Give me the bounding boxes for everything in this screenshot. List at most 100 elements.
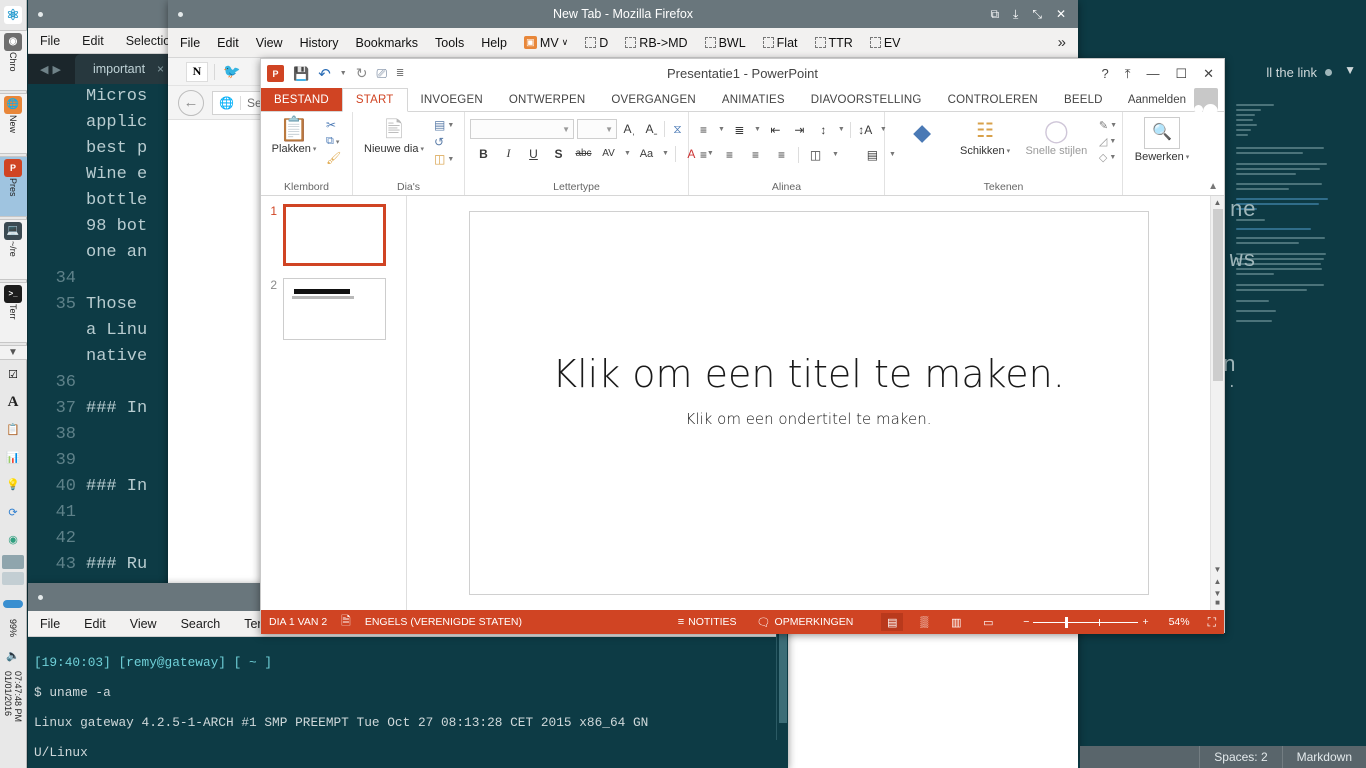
sign-in-link[interactable]: Aanmelden xyxy=(1128,94,1186,106)
maximize-button[interactable]: ⤡ xyxy=(1032,7,1042,22)
firefox-menu-file[interactable]: File xyxy=(180,36,200,50)
copy-button[interactable]: ⧉ ▾ xyxy=(326,135,341,148)
close-icon[interactable]: × xyxy=(157,62,164,76)
bold-button[interactable]: B xyxy=(474,144,493,163)
firefox-menu-history[interactable]: History xyxy=(300,36,339,50)
tab-ontwerpen[interactable]: ONTWERPEN xyxy=(496,88,599,111)
zoom-level[interactable]: 54% xyxy=(1163,616,1190,628)
terminal-output[interactable]: [19:40:03] [remy@gateway] [ ~ ] $ uname … xyxy=(28,637,788,768)
tab-bestand[interactable]: BESTAND xyxy=(261,88,342,111)
slide-thumbnail-1[interactable]: 1 xyxy=(267,204,400,266)
slide-subtitle-placeholder[interactable]: Klik om een ondertitel te maken. xyxy=(686,410,932,428)
status-spaces[interactable]: Spaces: 2 xyxy=(1199,746,1281,768)
terminal-menu-edit[interactable]: Edit xyxy=(84,617,106,631)
ribbon-display-options-button[interactable]: ⤒ xyxy=(1125,66,1131,82)
firefox-menu-edit[interactable]: Edit xyxy=(217,36,239,50)
paste-button[interactable]: 📋 Plakken ▾ xyxy=(266,117,322,156)
workspace-1-icon[interactable] xyxy=(2,555,24,569)
font-manager-icon[interactable]: A xyxy=(1,390,26,415)
terminal-menu-view[interactable]: View xyxy=(130,617,157,631)
volume-icon[interactable]: 🔈 xyxy=(1,643,26,668)
shape-fill-button[interactable]: ◇ ▼ xyxy=(1099,151,1117,164)
tab-invoegen[interactable]: INVOEGEN xyxy=(408,88,496,111)
format-painter-button[interactable]: 🖌 xyxy=(326,151,341,165)
editor-menu-edit[interactable]: Edit xyxy=(82,34,104,48)
increase-indent-button[interactable]: ⇥ xyxy=(790,120,809,139)
bullets-button[interactable]: ≡ xyxy=(694,120,713,139)
minimize-button[interactable]: ⤓ xyxy=(1013,7,1018,22)
editor-tab-important[interactable]: important × xyxy=(74,54,173,84)
font-size-input[interactable]: ▼ xyxy=(577,119,617,139)
change-case-button[interactable]: Aa xyxy=(637,144,656,163)
bookmark-ttr[interactable]: TTR xyxy=(814,36,853,50)
quick-styles-button[interactable]: ◯ Snelle stijlen xyxy=(1024,117,1089,157)
cut-button[interactable]: ✂ xyxy=(326,118,341,132)
text-shadow-button[interactable]: S xyxy=(549,144,568,163)
network-icon[interactable]: ◉ xyxy=(1,528,26,553)
tab-animaties[interactable]: ANIMATIES xyxy=(709,88,798,111)
section-button[interactable]: ◫ ▼ xyxy=(434,152,454,166)
status-grammar[interactable]: Markdown xyxy=(1281,746,1366,768)
next-slide-icon[interactable]: ▼ xyxy=(1214,589,1222,598)
previous-slide-icon[interactable]: ▲ xyxy=(1214,574,1222,589)
scroll-up-icon[interactable]: ▲ xyxy=(1214,196,1222,207)
tab-beeld[interactable]: BEELD xyxy=(1051,88,1116,111)
language-indicator[interactable]: ENGELS (VERENIGDE STATEN) xyxy=(365,616,522,628)
shape-effects-button[interactable]: ◿ ▼ xyxy=(1099,135,1117,148)
align-text-button[interactable]: ▤ xyxy=(863,145,882,164)
bookmark-rb-md[interactable]: RB->MD xyxy=(625,36,688,50)
system-monitor-icon[interactable]: 📊 xyxy=(1,445,26,470)
scrollbar-thumb[interactable] xyxy=(779,623,787,723)
minimize-button[interactable]: — xyxy=(1146,66,1159,81)
firefox-menu-tools[interactable]: Tools xyxy=(435,36,464,50)
twitter-icon[interactable]: 🐦 xyxy=(221,62,243,82)
decrease-indent-button[interactable]: ⇤ xyxy=(766,120,785,139)
decrease-font-size-button[interactable]: Aˍ xyxy=(642,120,661,139)
taskbar-item-files[interactable]: 💻 ~/re xyxy=(0,218,27,280)
terminal-menu-search[interactable]: Search xyxy=(181,617,221,631)
bookmarks-overflow-icon[interactable]: » xyxy=(1058,34,1078,51)
tab-overflow-caret-icon[interactable]: ▼ xyxy=(1344,63,1356,77)
tab-start[interactable]: START xyxy=(341,88,408,112)
avatar[interactable] xyxy=(1194,87,1218,112)
close-button[interactable]: ✕ xyxy=(1056,7,1066,22)
columns-button[interactable]: ◫ xyxy=(806,145,825,164)
zoom-in-button[interactable]: + xyxy=(1142,616,1148,628)
zoom-out-button[interactable]: − xyxy=(1023,616,1029,628)
bookmark-bwl[interactable]: BWL xyxy=(704,36,746,50)
align-center-button[interactable]: ≡ xyxy=(720,145,739,164)
slide-counter[interactable]: DIA 1 VAN 2 xyxy=(269,616,327,628)
reset-button[interactable]: ↺ xyxy=(434,135,454,149)
zoom-slider-handle[interactable] xyxy=(1065,616,1069,628)
workspace-2-icon[interactable] xyxy=(2,571,24,586)
spellcheck-icon[interactable]: 🗎 xyxy=(341,612,351,633)
firefox-menu-view[interactable]: View xyxy=(256,36,283,50)
scrollbar-thumb[interactable] xyxy=(1212,209,1223,381)
slide-vertical-scrollbar[interactable]: ▲ ▼ ▲ ▼ ■ xyxy=(1210,196,1224,610)
slide-thumbnail-pane[interactable]: 1 2 xyxy=(261,196,407,610)
taskbar-item-chromium[interactable]: ◉ Chro xyxy=(0,29,27,91)
scroll-down-icon[interactable]: ▼ xyxy=(1214,565,1222,574)
tab-diavoorstelling[interactable]: DIAVOORSTELLING xyxy=(798,88,935,111)
editor-nav-arrows-icon[interactable]: ◀▶ xyxy=(36,63,69,76)
italic-button[interactable]: I xyxy=(499,144,518,163)
layout-button[interactable]: ▤ ▼ xyxy=(434,118,454,132)
maximize-button[interactable]: ☐ xyxy=(1175,66,1187,82)
justify-button[interactable]: ≡ xyxy=(772,145,791,164)
help-button[interactable]: ? xyxy=(1101,66,1108,81)
dropbox-icon[interactable]: ☑ xyxy=(1,363,26,388)
back-button[interactable]: ← xyxy=(178,89,204,116)
line-spacing-button[interactable]: ↕ xyxy=(814,120,833,139)
shapes-gallery[interactable]: ⬥ xyxy=(898,117,946,147)
editor-menu-file[interactable]: File xyxy=(40,34,60,48)
firefox-menu-bookmarks[interactable]: Bookmarks xyxy=(355,36,418,50)
bookmark-flat[interactable]: Flat xyxy=(762,36,798,50)
tab-overgangen[interactable]: OVERGANGEN xyxy=(598,88,708,111)
font-name-input[interactable]: ▼ xyxy=(470,119,574,139)
bookmark-mv[interactable]: ▣ MV ∨ xyxy=(523,36,568,50)
chromium-blue-icon[interactable]: ⚛ xyxy=(1,3,26,28)
taskbar-overflow[interactable]: ▼ xyxy=(0,344,27,360)
shape-outline-button[interactable]: ✎ ▼ xyxy=(1099,119,1117,132)
clear-formatting-button[interactable]: ⧖ xyxy=(668,120,687,139)
slide-thumbnail-2[interactable]: 2 xyxy=(267,278,400,340)
